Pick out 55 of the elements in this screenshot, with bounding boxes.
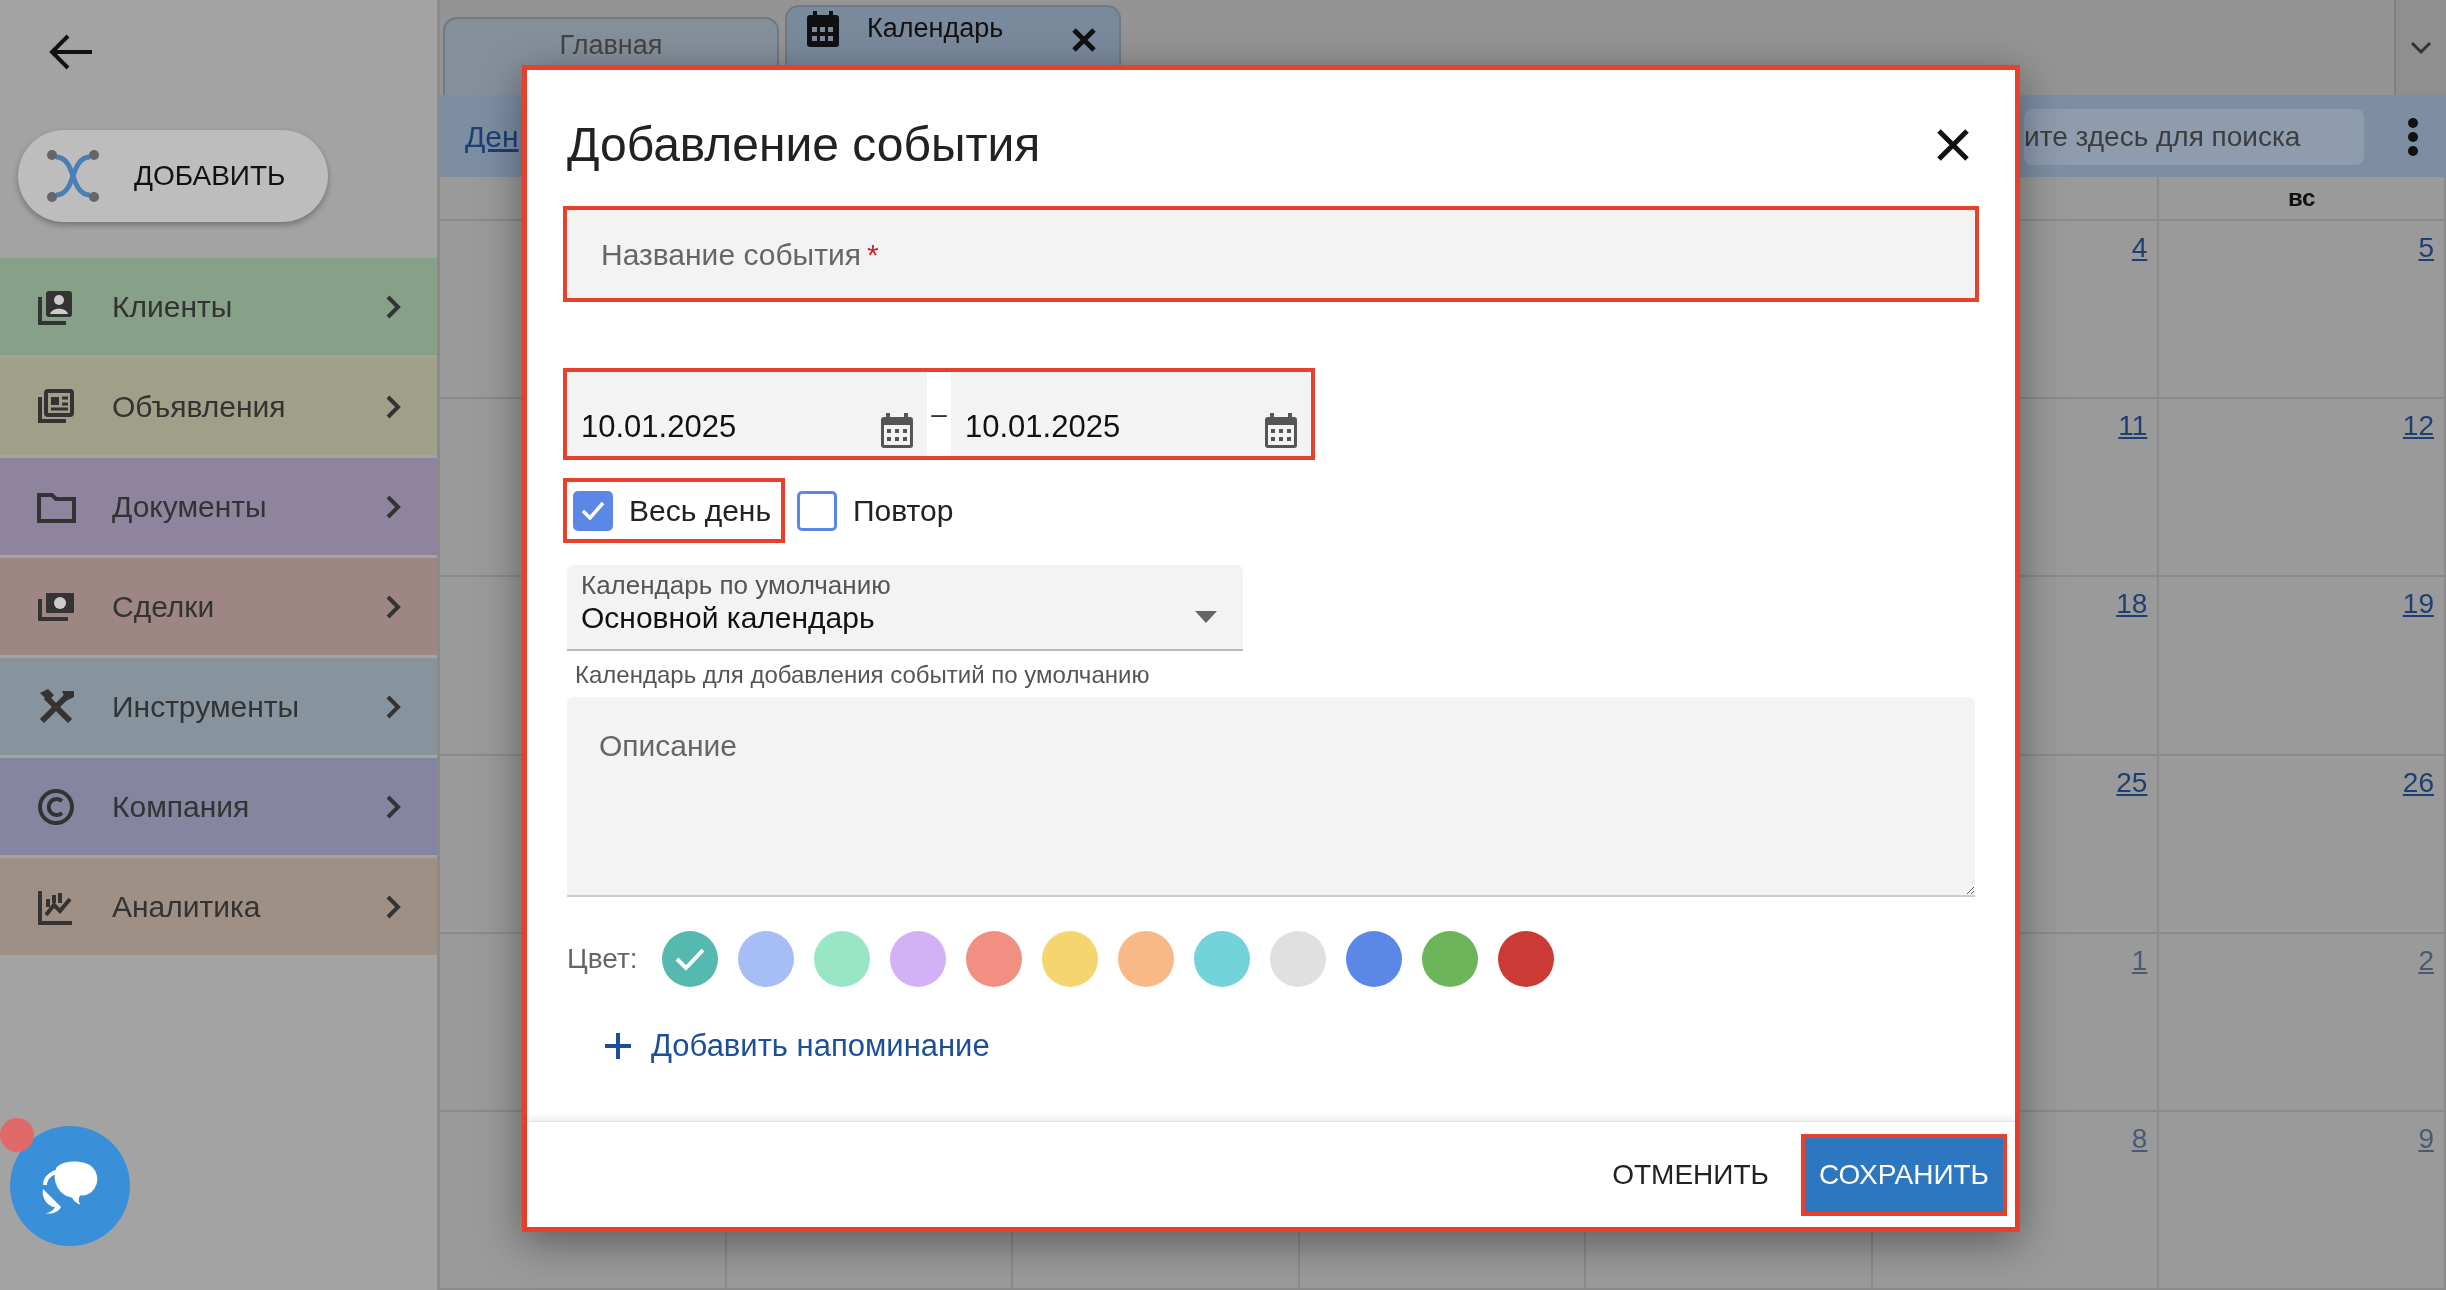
day-number[interactable]: 18 — [2116, 583, 2148, 626]
chevron-icon — [385, 593, 401, 620]
day-number[interactable]: 25 — [2116, 761, 2148, 804]
menu-item[interactable]: Компания — [0, 758, 437, 855]
color-label: Цвет: — [567, 942, 638, 976]
day-number[interactable]: 2 — [2418, 939, 2434, 982]
menu-item[interactable]: Инструменты — [0, 658, 437, 755]
back-arrow-icon[interactable] — [48, 32, 94, 72]
check-icon — [580, 499, 606, 522]
search-field[interactable]: ите здесь для поиска — [2024, 109, 2364, 165]
menu-item[interactable]: Клиенты — [0, 258, 437, 355]
day-number[interactable]: 26 — [2402, 761, 2434, 804]
date-field[interactable]: 10.01.2025 — [965, 403, 1225, 450]
calendar-icon — [805, 9, 841, 49]
menu-item[interactable]: Документы — [0, 458, 437, 555]
add-reminder-link[interactable]: Добавить напоминание — [603, 1023, 990, 1070]
checkbox[interactable]: Повтор — [791, 482, 964, 539]
day-number[interactable]: 11 — [2118, 405, 2148, 448]
caret-icon — [1195, 611, 1217, 623]
chevron-icon — [385, 693, 401, 720]
chevron-icon — [385, 893, 401, 920]
weekday-header: вс — [2159, 177, 2446, 221]
calendar-icon[interactable] — [879, 412, 915, 450]
view-link[interactable]: Ден — [465, 113, 519, 159]
day-number[interactable]: 1 — [2131, 939, 2148, 982]
day-number[interactable]: 19 — [2402, 583, 2434, 626]
day-number[interactable]: 8 — [2131, 1117, 2148, 1160]
cancel-button[interactable]: ОТМЕНИТЬ — [1596, 1139, 1785, 1210]
calendar-select[interactable]: Календарь по умолчанию Основной календарь — [567, 565, 1243, 651]
menu-item[interactable]: Объявления — [0, 358, 437, 455]
chevron-icon — [385, 393, 401, 420]
close-icon[interactable] — [1071, 27, 1097, 53]
menu-item[interactable]: Аналитика — [0, 858, 437, 955]
plus-icon — [603, 1031, 633, 1062]
chevron-icon — [2410, 40, 2432, 55]
date-field[interactable]: 10.01.2025 — [581, 403, 841, 450]
chevron-icon — [385, 293, 401, 320]
description-field[interactable]: Описание — [567, 697, 1975, 897]
chevron-icon — [385, 493, 401, 520]
day-number[interactable]: 9 — [2418, 1117, 2434, 1160]
menu-item-icon — [36, 786, 76, 827]
dialog-title: Добавление события — [567, 117, 1041, 174]
date-separator: – — [927, 372, 951, 456]
more-icon[interactable] — [2406, 117, 2420, 157]
add-button[interactable]: ДОБАВИТЬ — [18, 130, 328, 222]
menu-item[interactable]: Сделки — [0, 558, 437, 655]
chevron-icon — [385, 793, 401, 820]
day-number[interactable]: 5 — [2418, 227, 2434, 269]
calendar-icon[interactable] — [1263, 412, 1299, 450]
day-number[interactable]: 4 — [2131, 227, 2148, 269]
check-icon — [673, 946, 706, 972]
hint-text: Календарь для добавления событий по умолчанию — [575, 660, 1151, 690]
day-number[interactable]: 12 — [2402, 405, 2434, 448]
checkbox[interactable]: Весь день — [567, 482, 782, 539]
dropdown-button[interactable] — [2394, 0, 2446, 95]
